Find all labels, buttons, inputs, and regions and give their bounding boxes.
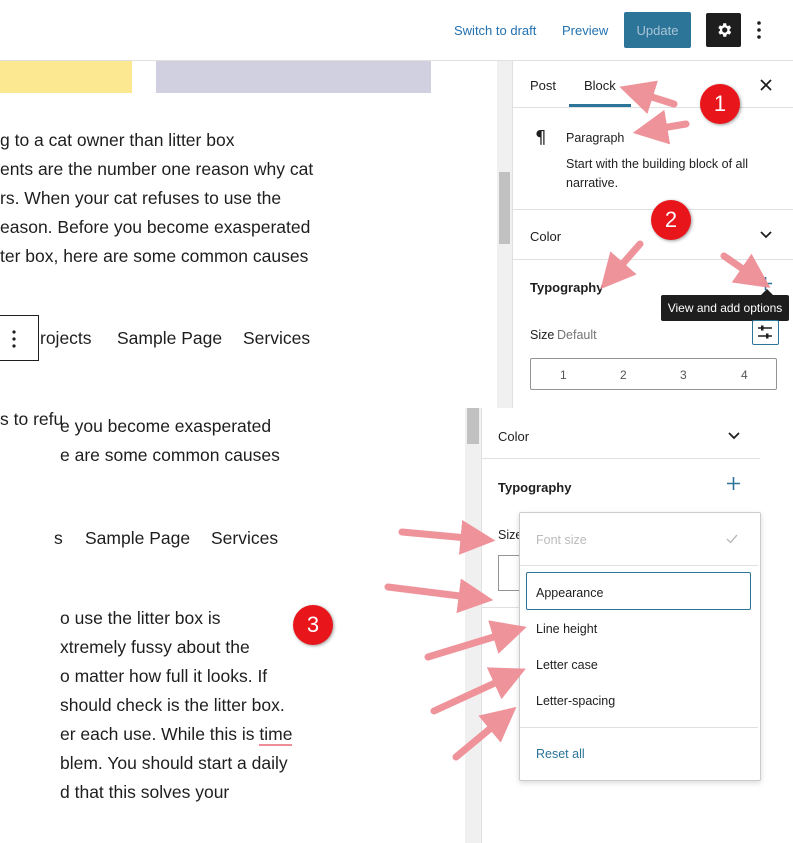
divider <box>520 727 758 728</box>
chevron-down-icon[interactable] <box>728 432 740 440</box>
paragraph-line: rs. When your cat refuses to use the <box>0 188 282 208</box>
paragraph-line: e you become exasperated <box>60 416 272 436</box>
divider <box>513 107 793 108</box>
menu-item-line-height[interactable]: Line height <box>536 622 597 636</box>
paragraph-line: should check is the litter box. <box>60 695 285 715</box>
nav-item-sample-page[interactable]: Sample Page <box>85 528 190 549</box>
size-option-4[interactable]: 4 <box>741 368 748 382</box>
custom-size-toggle[interactable] <box>752 320 779 345</box>
check-icon <box>726 534 738 544</box>
tooltip: View and add options <box>661 289 789 321</box>
paragraph-line: ents are the number one reason why cat <box>0 159 314 179</box>
divider <box>482 607 520 608</box>
color-block-lavender <box>156 61 431 93</box>
preview-button[interactable]: Preview <box>562 23 608 38</box>
paragraph-line: eason. Before you become exasperated <box>0 217 311 237</box>
reset-all-button[interactable]: Reset all <box>536 747 585 761</box>
paragraph-line: ter box, here are some common causes <box>0 246 309 266</box>
size-value: Default <box>557 328 597 342</box>
nav-item-sample-page[interactable]: Sample Page <box>117 328 222 349</box>
color-panel-heading[interactable]: Color <box>530 229 561 244</box>
spellcheck-word: time <box>259 724 293 746</box>
step-marker-3: 3 <box>293 605 333 645</box>
nav-item-projects[interactable]: s <box>54 528 63 549</box>
paragraph-line: xtremely fussy about the <box>60 637 250 657</box>
size-option-1[interactable]: 1 <box>560 368 567 382</box>
paragraph-line: blem. You should start a daily <box>60 753 288 773</box>
step-marker-2: 2 <box>651 200 691 240</box>
nav-item-services[interactable]: Services <box>243 328 310 349</box>
font-size-picker <box>530 358 777 390</box>
paragraph-line: d that this solves your <box>60 782 230 802</box>
close-icon[interactable] <box>760 79 772 91</box>
size-label: Size <box>530 328 555 342</box>
settings-button[interactable] <box>706 13 741 47</box>
menu-item-letter-case[interactable]: Letter case <box>536 658 598 672</box>
paragraph-line-text: er each use. While this is <box>60 724 255 744</box>
pilcrow-icon: ¶ <box>535 127 547 148</box>
divider <box>513 259 793 260</box>
tab-post[interactable]: Post <box>530 78 556 93</box>
gear-icon <box>717 23 731 37</box>
block-description: Start with the building block of all nar… <box>566 155 748 193</box>
paragraph-line: er each use. While this is time <box>60 720 293 749</box>
update-button[interactable]: Update <box>624 12 691 48</box>
scrollbar-thumb[interactable] <box>499 172 510 244</box>
paragraph-block[interactable]: o use the litter box is xtremely fussy a… <box>60 604 293 807</box>
vertical-ellipsis-icon[interactable] <box>752 18 766 42</box>
tab-block[interactable]: Block <box>584 78 616 93</box>
block-options-button[interactable] <box>0 315 39 361</box>
menu-item-letter-spacing[interactable]: Letter-spacing <box>536 694 615 708</box>
divider <box>482 458 760 459</box>
sliders-icon <box>758 325 772 339</box>
editor-scrollbar[interactable] <box>465 408 481 843</box>
paragraph-line: g to a cat owner than litter box <box>0 130 235 150</box>
nav-item-projects[interactable]: rojects <box>40 328 92 349</box>
block-description-line: narrative. <box>566 176 619 190</box>
font-size-picker <box>498 555 520 591</box>
block-name: Paragraph <box>566 131 625 145</box>
paragraph-block[interactable]: g to a cat owner than litter box ents ar… <box>0 126 313 271</box>
block-description-line: Start with the building block of all <box>566 157 749 171</box>
color-panel-heading[interactable]: Color <box>498 429 529 444</box>
color-block-yellow <box>0 61 132 93</box>
paragraph-line: o use the litter box is <box>60 608 221 628</box>
chevron-down-icon[interactable] <box>760 231 772 239</box>
step-marker-1: 1 <box>700 84 740 124</box>
menu-item-font-size: Font size <box>536 533 587 547</box>
typography-panel-heading: Typography <box>498 480 572 495</box>
nav-item-services[interactable]: Services <box>211 528 278 549</box>
vertical-ellipsis-icon <box>12 330 16 348</box>
menu-item-appearance-label: Appearance <box>536 586 604 600</box>
size-option-3[interactable]: 3 <box>680 368 687 382</box>
paragraph-fragment: s to refu <box>0 409 64 429</box>
switch-to-draft-button[interactable]: Switch to draft <box>454 23 536 38</box>
typography-options-menu <box>519 512 761 781</box>
paragraph-block[interactable]: e you become exasperated e are some comm… <box>60 412 280 470</box>
paragraph-line: e are some common causes <box>60 445 280 465</box>
scrollbar-thumb[interactable] <box>467 408 479 444</box>
plus-icon[interactable] <box>727 477 740 490</box>
size-option-2[interactable]: 2 <box>620 368 627 382</box>
arrow <box>384 578 494 614</box>
paragraph-line: o matter how full it looks. If <box>60 666 268 686</box>
divider <box>520 565 758 566</box>
typography-panel-heading: Typography <box>530 280 604 295</box>
